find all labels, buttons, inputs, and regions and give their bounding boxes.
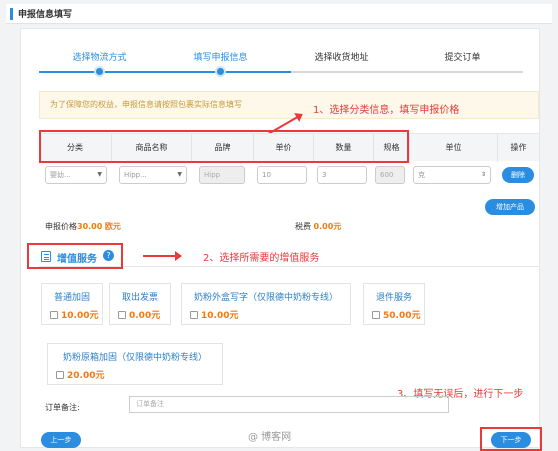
tax-label: 税费 — [295, 222, 311, 231]
vas-price: 0.00元 — [129, 311, 161, 321]
annotation-1: 1、选择分类信息，填写申报价格 — [313, 105, 460, 116]
prev-button[interactable]: 上一步 — [41, 432, 81, 448]
col-unit: 单位 — [409, 134, 497, 162]
vas-price: 20.00元 — [67, 371, 105, 381]
vas-card-reinforce[interactable]: 普通加固 10.00元 — [41, 283, 103, 325]
declare-unit: 欧元 — [104, 222, 121, 231]
vas-name: 奶粉外盒写字（仅限德中奶粉专线） — [193, 293, 338, 303]
page-background: 申报信息填写 选择物流方式 填写申报信息 选择收货地址 提交订单 为了保障您的权… — [0, 0, 558, 451]
vas-card-invoice[interactable]: 取出发票 0.00元 — [109, 283, 171, 325]
chevron-down-icon: ▼ — [177, 171, 182, 178]
table-row: 婴幼... ▼ Hipp... ▼ Hipp 10 3 600 克 ⇕ 删除 — [39, 163, 539, 187]
quantity-input[interactable]: 3 — [317, 166, 367, 184]
checkbox[interactable] — [56, 370, 64, 379]
brand-field: Hipp — [199, 166, 245, 184]
next-button[interactable]: 下一步 — [491, 432, 531, 448]
annotation-arrow-2 — [143, 251, 182, 261]
step-declare[interactable]: 填写申报信息 — [160, 51, 281, 65]
step-dot-2 — [215, 66, 226, 77]
annotation-highlight-vas — [27, 243, 123, 269]
annotation-highlight-table — [39, 130, 409, 163]
checkbox[interactable] — [50, 310, 58, 319]
step-dot-1 — [94, 66, 105, 77]
add-product-button[interactable]: 增加产品 — [485, 199, 535, 215]
delete-button[interactable]: 删除 — [502, 167, 534, 183]
vas-price: 10.00元 — [201, 311, 239, 321]
spec-field: 600 — [375, 166, 405, 184]
vas-name: 退件服务 — [375, 293, 412, 303]
declare-value: 30.00 — [77, 222, 103, 231]
checkbox[interactable] — [372, 310, 380, 319]
chevron-down-icon: ▼ — [97, 171, 102, 178]
declare-total: 申报价格30.00 欧元 — [45, 221, 121, 232]
checkbox[interactable] — [190, 310, 198, 319]
form-panel: 选择物流方式 填写申报信息 选择收货地址 提交订单 为了保障您的权益，申报信息请… — [20, 28, 542, 451]
checkbox[interactable] — [118, 310, 126, 319]
declare-label: 申报价格 — [45, 222, 77, 231]
vas-name: 取出发票 — [121, 293, 158, 303]
page-title: 申报信息填写 — [18, 10, 73, 20]
vas-card-return[interactable]: 退件服务 50.00元 — [363, 283, 425, 325]
vas-price: 10.00元 — [61, 311, 99, 321]
col-action: 操作 — [497, 134, 539, 162]
vas-card-carton-reinforce[interactable]: 奶粉原箱加固（仅限德中奶粉专线） 20.00元 — [47, 343, 223, 385]
watermark: @ 博客网 — [248, 432, 292, 443]
step-indicator: 选择物流方式 填写申报信息 选择收货地址 提交订单 — [39, 51, 523, 91]
annotation-2: 2、选择所需要的增值服务 — [203, 253, 320, 264]
step-track-progress — [39, 71, 291, 73]
price-input[interactable]: 10 — [257, 166, 307, 184]
header-accent-bar — [10, 8, 13, 20]
step-submit[interactable]: 提交订单 — [402, 51, 523, 65]
product-select[interactable]: Hipp... ▼ — [119, 166, 187, 184]
step-logistics[interactable]: 选择物流方式 — [39, 51, 160, 65]
notice-banner: 为了保障您的权益，申报信息请按照包裹实际信息填写 — [39, 91, 539, 119]
chevron-updown-icon: ⇕ — [480, 171, 486, 178]
step-address[interactable]: 选择收货地址 — [281, 51, 402, 65]
category-select[interactable]: 婴幼... ▼ — [45, 166, 107, 184]
unit-select[interactable]: 克 ⇕ — [413, 166, 491, 184]
vas-name: 普通加固 — [53, 293, 90, 303]
vas-name: 奶粉原箱加固（仅限德中奶粉专线） — [62, 353, 207, 363]
page-header: 申报信息填写 — [6, 4, 552, 24]
vas-card-box-writing[interactable]: 奶粉外盒写字（仅限德中奶粉专线） 10.00元 — [181, 283, 351, 325]
tax-total: 税费 0.00元 — [295, 221, 341, 232]
vas-price: 50.00元 — [383, 311, 421, 321]
tax-value: 0.00元 — [313, 222, 342, 231]
remark-label: 订单备注: — [45, 403, 80, 412]
remark-input[interactable]: 订单备注 — [129, 396, 449, 413]
